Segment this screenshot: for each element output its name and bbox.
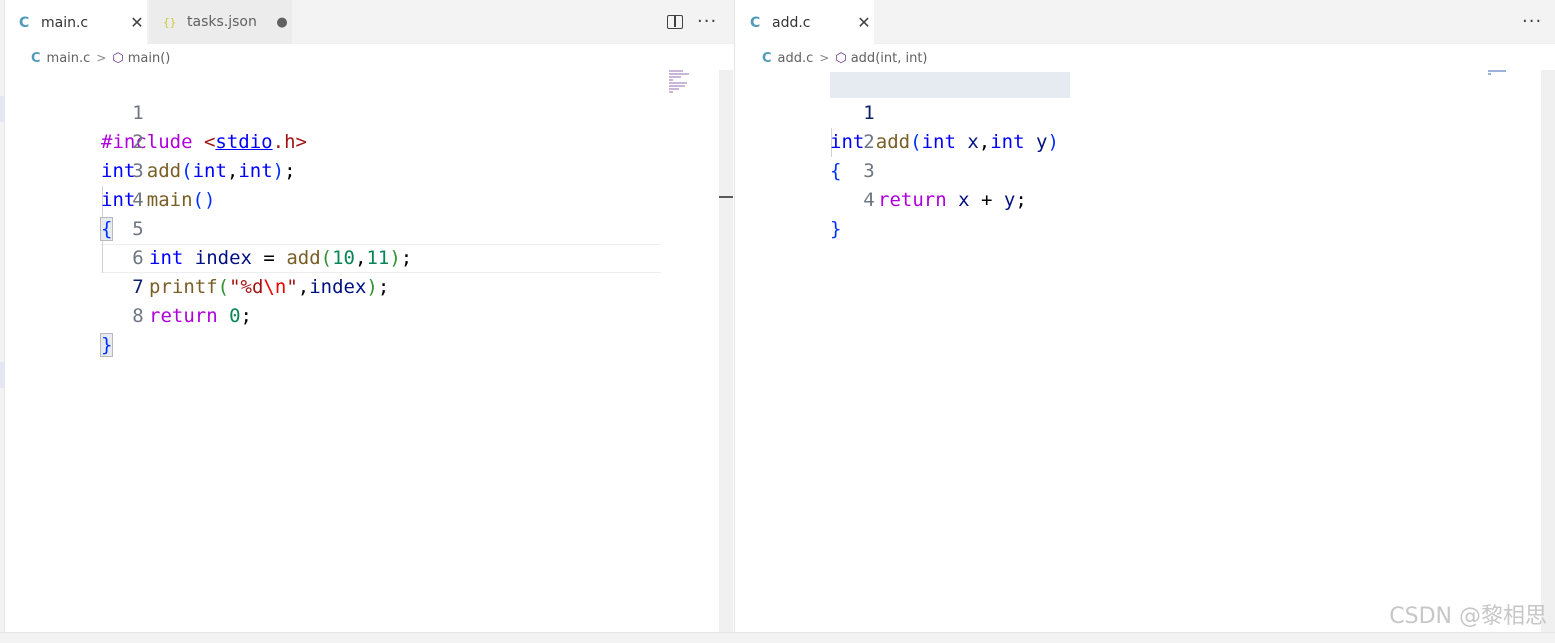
split-editor-icon[interactable] <box>667 15 683 29</box>
close-icon[interactable]: ✕ <box>854 13 874 32</box>
unsaved-dot-icon[interactable]: ● <box>272 15 292 30</box>
editor-actions: ··· <box>667 0 717 44</box>
code-line: 5 int index = add(10,11); <box>5 186 734 269</box>
watermark: CSDN @黎相思 <box>1389 604 1547 629</box>
tab-bar: C main.c ✕ {} tasks.json ● ··· <box>5 0 734 45</box>
chevron-right-icon: > <box>96 51 107 65</box>
code-line: 1 #include <stdio.h> <box>5 70 734 153</box>
tab-tasks-json[interactable]: {} tasks.json ● <box>149 0 293 44</box>
line-number: 4 <box>863 189 875 211</box>
breadcrumb-file[interactable]: add.c <box>778 51 814 66</box>
editor-group-left: C main.c ✕ {} tasks.json ● ··· C main.c … <box>5 0 735 632</box>
code-editor[interactable]: 1 int add(int x,int y) 2 { 3 return x + … <box>736 70 1555 632</box>
c-file-icon: C <box>31 50 41 66</box>
more-actions-icon[interactable]: ··· <box>697 13 717 31</box>
breadcrumb: C add.c > ⬡ add(int, int) <box>736 45 1555 71</box>
chevron-right-icon: > <box>819 51 830 65</box>
status-area <box>0 632 1555 643</box>
c-file-icon: C <box>750 14 761 31</box>
json-file-icon: {} <box>163 15 177 29</box>
minimap[interactable] <box>669 70 697 94</box>
tab-add-c[interactable]: C add.c ✕ <box>736 0 875 45</box>
scroll-cursor-mark <box>719 196 733 198</box>
tab-label: add.c <box>772 14 811 31</box>
more-actions-icon[interactable]: ··· <box>1522 13 1542 31</box>
cube-icon: ⬡ <box>112 50 124 66</box>
matched-brace: } <box>99 333 114 357</box>
close-icon[interactable]: ✕ <box>127 13 147 32</box>
breadcrumb-file[interactable]: main.c <box>47 51 91 66</box>
editor-actions: ··· <box>1522 0 1542 44</box>
code-line: 6 printf("%d\n",index); <box>5 215 734 298</box>
c-file-icon: C <box>762 50 772 66</box>
tab-label: main.c <box>41 14 89 31</box>
code-text: } <box>99 331 114 360</box>
code-line-active: 7 return 0; <box>5 244 734 327</box>
cube-icon: ⬡ <box>835 50 847 66</box>
c-file-icon: C <box>19 14 30 31</box>
code-line: 3 return x + y; <box>736 128 1555 211</box>
code-editor[interactable]: 1 #include <stdio.h> 2 int add(int,int);… <box>5 70 734 632</box>
code-line: 4 { <box>5 157 734 241</box>
code-line: 2 { <box>736 99 1555 182</box>
line-number: 8 <box>132 305 144 327</box>
tab-main-c[interactable]: C main.c ✕ <box>5 0 148 45</box>
code-line: 4 } <box>736 157 1555 240</box>
breadcrumb-symbol[interactable]: add(int, int) <box>851 51 928 66</box>
code-line: 3 int main() <box>5 128 734 211</box>
editor-group-right: C add.c ✕ ··· C add.c > ⬡ add(int, int) … <box>736 0 1555 632</box>
code-line: 8 } <box>5 273 734 357</box>
tab-bar: C add.c ✕ ··· <box>736 0 1555 45</box>
code-text: return 0; <box>149 305 252 327</box>
tab-label: tasks.json <box>187 14 257 30</box>
code-text: return x + y; <box>878 189 1027 211</box>
breadcrumb: C main.c > ⬡ main() <box>5 45 734 71</box>
minimap[interactable] <box>1488 70 1510 76</box>
vertical-scrollbar[interactable] <box>1541 70 1555 632</box>
code-text: } <box>830 218 842 240</box>
code-line-active: 1 int add(int x,int y) <box>736 70 1555 153</box>
code-line: 2 int add(int,int); <box>5 99 734 182</box>
breadcrumb-symbol[interactable]: main() <box>128 51 171 66</box>
vertical-scrollbar[interactable] <box>719 70 733 632</box>
